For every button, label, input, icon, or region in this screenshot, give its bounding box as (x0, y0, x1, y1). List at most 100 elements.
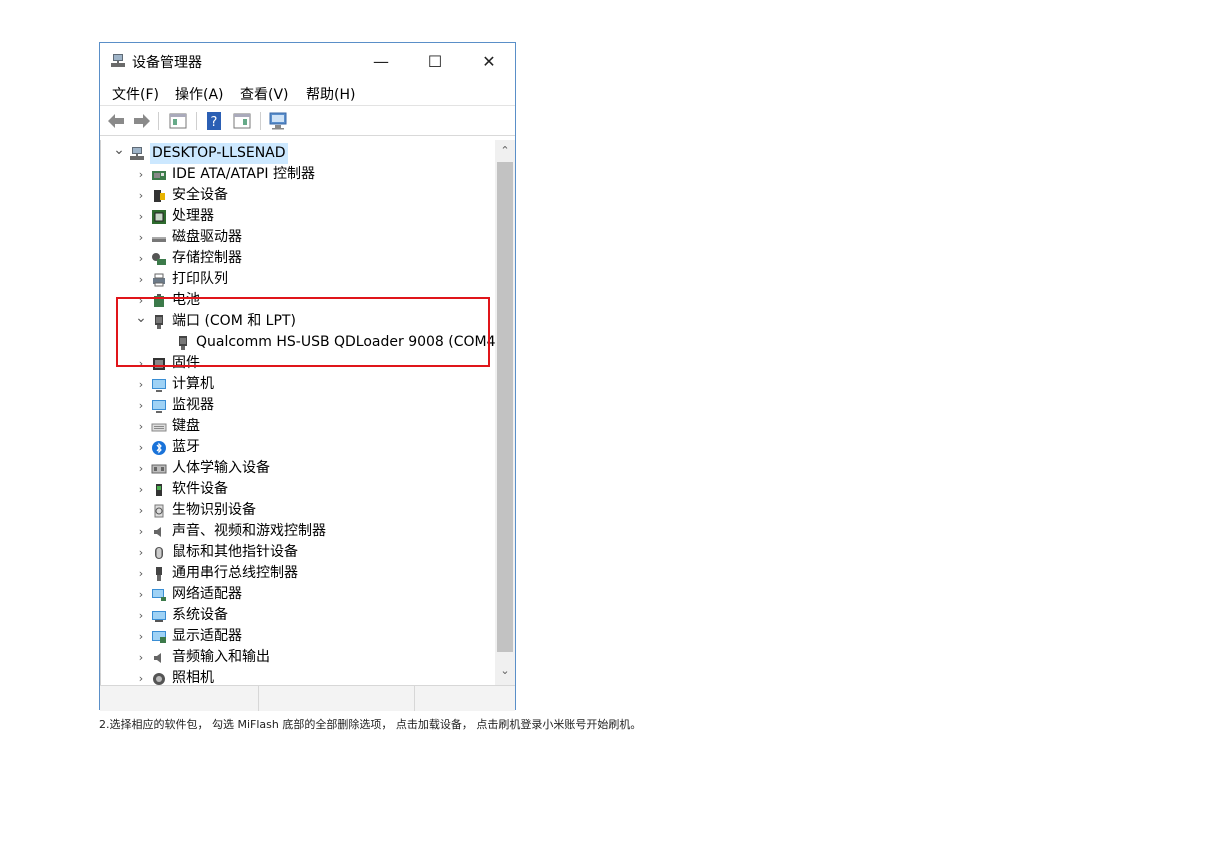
tree-item[interactable]: › 音频输入和输出 (101, 647, 496, 668)
title-bar[interactable]: 设备管理器 — ☐ ✕ (100, 43, 515, 79)
tree-item-label: 固件 (172, 355, 200, 371)
bluetooth-icon (152, 441, 166, 455)
tree-item[interactable]: › 安全设备 (101, 185, 496, 206)
tree-item-label: 安全设备 (172, 187, 228, 203)
mouse-icon (155, 547, 163, 559)
menu-help[interactable]: 帮助(H) (306, 84, 355, 104)
chevron-right-icon[interactable]: › (135, 269, 147, 290)
chevron-right-icon[interactable]: › (135, 521, 147, 542)
chevron-right-icon[interactable]: › (135, 395, 147, 416)
tree-item-label: 音频输入和输出 (172, 649, 270, 665)
camera-icon (153, 673, 165, 685)
scroll-up-icon[interactable]: ⌃ (495, 142, 515, 160)
chevron-right-icon[interactable]: › (135, 647, 147, 668)
chevron-right-icon[interactable]: › (135, 479, 147, 500)
tree-item[interactable]: ⌄ 端口 (COM 和 LPT) (101, 311, 496, 332)
tree-root[interactable]: ⌄ DESKTOP-LLSENAD (101, 143, 496, 164)
menu-file[interactable]: 文件(F) (112, 84, 159, 104)
tree-item[interactable]: › 鼠标和其他指针设备 (101, 542, 496, 563)
svg-text:?: ? (211, 115, 218, 130)
tree-item[interactable]: › 显示适配器 (101, 626, 496, 647)
port-icon (179, 336, 187, 350)
computer-icon (152, 379, 166, 392)
tree-item-label: 电池 (172, 292, 200, 308)
vertical-scrollbar[interactable]: ⌃ ⌄ (495, 140, 515, 685)
chevron-right-icon[interactable]: › (135, 542, 147, 563)
tree-item[interactable]: › 监视器 (101, 395, 496, 416)
back-arrow-icon[interactable] (106, 111, 126, 131)
tree-item[interactable]: › 计算机 (101, 374, 496, 395)
tree-item[interactable]: › 软件设备 (101, 479, 496, 500)
tree-item-label: 蓝牙 (172, 439, 200, 455)
scan-hardware-icon[interactable] (268, 111, 288, 131)
tree-item-label: 计算机 (172, 376, 214, 392)
tree-item[interactable]: › 人体学输入设备 (101, 458, 496, 479)
computer-root-icon (130, 147, 144, 160)
tree-item[interactable]: › 网络适配器 (101, 584, 496, 605)
tree-item[interactable]: › 照相机 (101, 668, 496, 685)
tree-item[interactable]: › 声音、视频和游戏控制器 (101, 521, 496, 542)
chevron-right-icon[interactable]: › (135, 458, 147, 479)
processor-icon (152, 210, 166, 224)
toolbar-separator (260, 112, 261, 130)
properties-pane-icon[interactable] (232, 111, 252, 131)
keyboard-icon (151, 423, 167, 432)
help-icon[interactable]: ? (204, 111, 224, 131)
tree-item[interactable]: › IDE ATA/ATAPI 控制器 (101, 164, 496, 185)
scrollbar-thumb[interactable] (497, 162, 513, 652)
tree-item[interactable]: › 电池 (101, 290, 496, 311)
chevron-down-icon[interactable]: ⌄ (113, 143, 125, 164)
chevron-right-icon[interactable]: › (135, 206, 147, 227)
maximize-button[interactable]: ☐ (408, 43, 462, 79)
chevron-right-icon[interactable]: › (135, 584, 147, 605)
tree-item-label: 人体学输入设备 (172, 460, 270, 476)
tree-item-label: Qualcomm HS-USB QDLoader 9008 (COM4) (196, 334, 496, 350)
hid-icon (151, 464, 167, 474)
chevron-down-icon[interactable]: ⌄ (135, 311, 147, 332)
close-button[interactable]: ✕ (462, 43, 516, 79)
tree-item[interactable]: › 固件 (101, 353, 496, 374)
chevron-right-icon[interactable]: › (135, 563, 147, 584)
tree-item-label: DESKTOP-LLSENAD (150, 143, 288, 164)
menu-action[interactable]: 操作(A) (175, 84, 224, 104)
menu-view[interactable]: 查看(V) (240, 84, 289, 104)
menu-bar: 文件(F) 操作(A) 查看(V) 帮助(H) (100, 79, 515, 105)
chevron-right-icon[interactable]: › (135, 605, 147, 626)
tree-item[interactable]: › 处理器 (101, 206, 496, 227)
tree-child-item[interactable]: Qualcomm HS-USB QDLoader 9008 (COM4) (101, 332, 496, 353)
chevron-right-icon[interactable]: › (135, 626, 147, 647)
scroll-down-icon[interactable]: ⌄ (495, 662, 515, 680)
tree-item-label: IDE ATA/ATAPI 控制器 (172, 166, 316, 182)
tree-item-label: 通用串行总线控制器 (172, 565, 298, 581)
chevron-right-icon[interactable]: › (135, 248, 147, 269)
sound-icon (154, 527, 161, 537)
chevron-right-icon[interactable]: › (135, 290, 147, 311)
tree-item[interactable]: › 打印队列 (101, 269, 496, 290)
tree-item[interactable]: › 蓝牙 (101, 437, 496, 458)
chevron-right-icon[interactable]: › (135, 668, 147, 685)
chevron-right-icon[interactable]: › (135, 416, 147, 437)
tree-item[interactable]: › 通用串行总线控制器 (101, 563, 496, 584)
status-segment (100, 686, 259, 711)
tree-item-label: 显示适配器 (172, 628, 242, 644)
storage-controller-icon (152, 253, 166, 265)
tree-item[interactable]: › 生物识别设备 (101, 500, 496, 521)
chevron-right-icon[interactable]: › (135, 437, 147, 458)
audio-io-icon (154, 653, 161, 663)
tree-item[interactable]: › 存储控制器 (101, 248, 496, 269)
minimize-button[interactable]: — (354, 43, 408, 79)
usb-icon (156, 567, 162, 581)
show-hide-console-tree-icon[interactable] (168, 111, 188, 131)
forward-arrow-icon[interactable] (132, 111, 152, 131)
chevron-right-icon[interactable]: › (135, 227, 147, 248)
close-icon: ✕ (482, 51, 496, 71)
tree-item[interactable]: › 键盘 (101, 416, 496, 437)
chevron-right-icon[interactable]: › (135, 374, 147, 395)
tree-item-label: 存储控制器 (172, 250, 242, 266)
tree-item[interactable]: › 磁盘驱动器 (101, 227, 496, 248)
chevron-right-icon[interactable]: › (135, 500, 147, 521)
chevron-right-icon[interactable]: › (135, 185, 147, 206)
chevron-right-icon[interactable]: › (135, 353, 147, 374)
chevron-right-icon[interactable]: › (135, 164, 147, 185)
tree-item[interactable]: › 系统设备 (101, 605, 496, 626)
